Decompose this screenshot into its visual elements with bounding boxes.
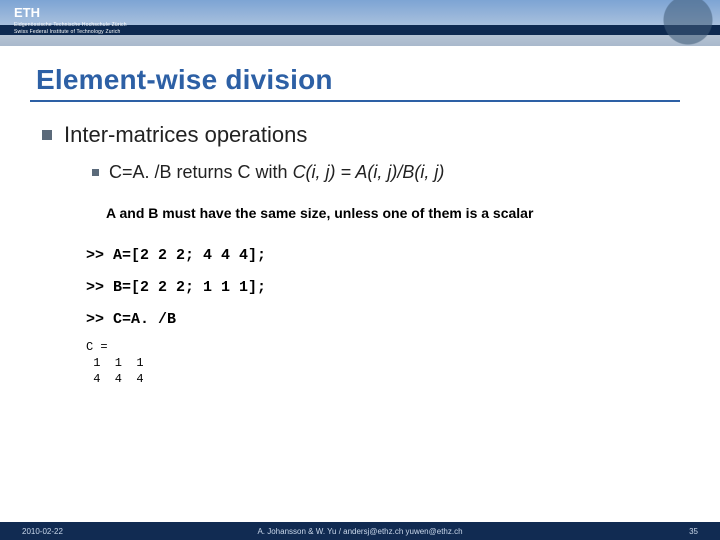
code-line-2: >> B=[2 2 2; 1 1 1];	[86, 279, 266, 296]
footer-credits: A. Johansson & W. Yu / andersj@ethz.ch y…	[0, 527, 720, 536]
eth-logo-text: ETH	[14, 5, 40, 20]
square-bullet-icon	[92, 169, 99, 176]
footer-date: 2010-02-22	[22, 527, 63, 536]
dome-silhouette	[600, 0, 720, 46]
eth-logo: ETH	[14, 5, 60, 20]
footer-page-number: 35	[689, 527, 698, 536]
square-bullet-icon	[42, 130, 52, 140]
eth-subline-de: Eidgenössische Technische Hochschule Zür…	[14, 22, 127, 28]
bullet-level2-formula: C(i, j) = A(i, j)/B(i, j)	[293, 162, 445, 182]
bullet-level1: Inter-matrices operations	[42, 122, 684, 148]
size-note: A and B must have the same size, unless …	[106, 205, 684, 221]
bullet-level1-text: Inter-matrices operations	[64, 122, 307, 148]
code-block: >> A=[2 2 2; 4 4 4]; >> B=[2 2 2; 1 1 1]…	[86, 247, 684, 329]
content-area: Element-wise division Inter-matrices ope…	[0, 46, 720, 388]
slide: ETH Eidgenössische Technische Hochschule…	[0, 0, 720, 540]
title-underline	[30, 100, 680, 102]
bullet-level2-text: C=A. /B returns C with C(i, j) = A(i, j)…	[109, 162, 444, 183]
bullet-level2-prefix: C=A. /B returns C with	[109, 162, 293, 182]
footer-bar: 2010-02-22 A. Johansson & W. Yu / anders…	[0, 522, 720, 540]
slide-title: Element-wise division	[36, 64, 684, 96]
code-output: C = 1 1 1 4 4 4	[86, 339, 684, 388]
bullet-level2: C=A. /B returns C with C(i, j) = A(i, j)…	[92, 162, 684, 183]
code-line-3: >> C=A. /B	[86, 311, 176, 328]
code-line-1: >> A=[2 2 2; 4 4 4];	[86, 247, 266, 264]
header-banner: ETH Eidgenössische Technische Hochschule…	[0, 0, 720, 46]
eth-subline-en: Swiss Federal Institute of Technology Zu…	[14, 29, 121, 35]
